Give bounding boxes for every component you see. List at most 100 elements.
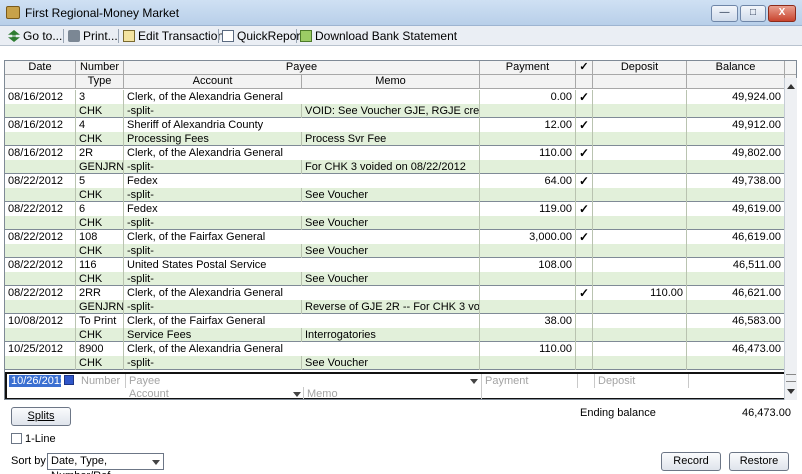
payment-cell[interactable]: 64.00 <box>480 174 576 188</box>
blank-cell[interactable] <box>5 216 76 230</box>
blank-cell[interactable] <box>593 328 687 342</box>
balance-cell[interactable]: 46,511.00 <box>687 258 785 272</box>
header-payee[interactable]: Payee <box>124 61 480 75</box>
account-cell[interactable]: -split- <box>124 244 302 258</box>
balance-cell[interactable]: 49,619.00 <box>687 202 785 216</box>
cleared-cell[interactable] <box>576 314 593 328</box>
cleared-cell[interactable] <box>576 342 593 356</box>
date-cell[interactable]: 08/22/2012 <box>5 174 76 188</box>
account-cell[interactable]: -split- <box>124 216 302 230</box>
scroll-up-icon[interactable] <box>787 84 795 89</box>
calendar-icon[interactable] <box>64 375 74 385</box>
type-cell[interactable]: CHK <box>76 132 124 146</box>
balance-cell[interactable]: 46,621.00 <box>687 286 785 300</box>
header-number[interactable]: Number <box>76 61 124 75</box>
type-cell[interactable]: CHK <box>76 272 124 286</box>
type-cell[interactable]: CHK <box>76 216 124 230</box>
transaction-row[interactable]: 08/22/2012 5 Fedex 64.00 ✓ 49,738.00 CHK -split… <box>5 174 796 202</box>
payee-cell[interactable]: Clerk, of the Alexandria General <box>124 286 480 300</box>
account-cell[interactable]: -split- <box>124 104 302 118</box>
account-cell[interactable]: -split- <box>124 188 302 202</box>
date-cell[interactable]: 08/22/2012 <box>5 286 76 300</box>
number-cell[interactable]: 116 <box>76 258 124 272</box>
date-cell[interactable]: 10/25/2012 <box>5 342 76 356</box>
number-cell[interactable]: 4 <box>76 118 124 132</box>
blank-cell[interactable] <box>576 188 593 202</box>
account-cell[interactable]: -split- <box>124 300 302 314</box>
deposit-cell[interactable] <box>593 314 687 328</box>
blank-cell[interactable] <box>576 328 593 342</box>
header-balance[interactable]: Balance <box>687 61 785 75</box>
memo-cell[interactable]: Interrogatories <box>302 328 480 342</box>
payee-cell[interactable]: Fedex <box>124 174 480 188</box>
memo-cell[interactable]: VOID: See Voucher GJE, RGJE created on 0… <box>302 104 480 118</box>
transaction-line-primary[interactable]: 08/22/2012 5 Fedex 64.00 ✓ 49,738.00 <box>5 174 796 188</box>
one-line-checkbox[interactable] <box>11 433 22 444</box>
memo-cell[interactable]: See Voucher <box>302 188 480 202</box>
blank-cell[interactable] <box>5 272 76 286</box>
blank-cell[interactable] <box>480 272 576 286</box>
date-cell[interactable]: 08/22/2012 <box>5 202 76 216</box>
checkmark-icon[interactable]: ✓ <box>576 118 593 132</box>
type-cell[interactable]: GENJRNL <box>76 160 124 174</box>
transaction-row[interactable]: 08/16/2012 4 Sheriff of Alexandria County 1… <box>5 118 796 146</box>
transaction-line-secondary[interactable]: CHK -split- See Voucher <box>5 356 796 370</box>
transaction-line-secondary[interactable]: GENJRNL-split-For CHK 3 voided on 08/22/… <box>5 160 796 174</box>
transaction-line-primary[interactable]: 08/22/2012 6 Fedex 119.00 ✓ 49,619.00 <box>5 202 796 216</box>
blank-cell[interactable] <box>576 160 593 174</box>
checkmark-icon[interactable]: ✓ <box>576 202 593 216</box>
transaction-line-primary[interactable]: 08/22/2012 2RR Clerk, of the Alexandria Ge… <box>5 286 796 300</box>
blank-cell[interactable] <box>593 104 687 118</box>
account-cell[interactable]: -split- <box>124 160 302 174</box>
transaction-row[interactable]: 08/22/2012 108 Clerk, of the Fairfax Gener… <box>5 230 796 258</box>
blank-cell[interactable] <box>5 356 76 370</box>
header-account[interactable]: Account <box>124 75 302 89</box>
memo-cell[interactable]: See Voucher <box>302 356 480 370</box>
balance-cell[interactable]: 49,912.00 <box>687 118 785 132</box>
date-field[interactable]: 10/26/2012 <box>9 375 66 387</box>
blank-cell[interactable] <box>687 104 785 118</box>
type-cell[interactable]: CHK <box>76 244 124 258</box>
blank-cell[interactable] <box>480 328 576 342</box>
blank-cell[interactable] <box>576 244 593 258</box>
balance-cell[interactable]: 49,802.00 <box>687 146 785 160</box>
chevron-down-icon[interactable] <box>468 376 478 386</box>
blank-cell[interactable] <box>5 160 76 174</box>
date-cell[interactable]: 08/22/2012 <box>5 230 76 244</box>
edit-transaction-button[interactable]: Edit Transaction <box>123 28 224 44</box>
balance-cell[interactable]: 46,473.00 <box>687 342 785 356</box>
number-cell[interactable]: 108 <box>76 230 124 244</box>
deposit-cell[interactable] <box>593 118 687 132</box>
memo-cell[interactable]: Process Svr Fee <box>302 132 480 146</box>
transaction-line-secondary[interactable]: CHK -split- See Voucher <box>5 272 796 286</box>
blank-cell[interactable] <box>480 300 576 314</box>
download-statement-button[interactable]: Download Bank Statement <box>300 28 457 44</box>
blank-cell[interactable] <box>576 104 593 118</box>
transaction-line-primary[interactable]: 08/22/2012 116 United States Postal Servic… <box>5 258 796 272</box>
blank-cell[interactable] <box>687 328 785 342</box>
payee-cell[interactable]: Clerk, of the Alexandria General <box>124 90 480 104</box>
number-cell[interactable]: 2RR <box>76 286 124 300</box>
memo-cell[interactable]: See Voucher <box>302 216 480 230</box>
checkmark-icon[interactable]: ✓ <box>576 90 593 104</box>
transaction-row[interactable]: 08/22/2012 2RR Clerk, of the Alexandria Ge… <box>5 286 796 314</box>
date-cell[interactable]: 10/08/2012 <box>5 314 76 328</box>
blank-cell[interactable] <box>5 104 76 118</box>
payment-cell[interactable]: 108.00 <box>480 258 576 272</box>
transaction-line-secondary[interactable]: CHK Service Fees Interrogatories <box>5 328 796 342</box>
transaction-line-primary[interactable]: 10/25/2012 8900 Clerk, of the Alexandria G… <box>5 342 796 356</box>
transaction-row[interactable]: 08/22/2012 6 Fedex 119.00 ✓ 49,619.00 CHK -spli… <box>5 202 796 230</box>
splits-button[interactable]: Splits <box>11 407 71 426</box>
scroll-grip-icon[interactable] <box>786 374 796 382</box>
type-cell[interactable]: CHK <box>76 356 124 370</box>
date-cell[interactable]: 08/16/2012 <box>5 118 76 132</box>
maximize-button[interactable]: □ <box>740 5 766 22</box>
payment-cell[interactable] <box>480 286 576 300</box>
blank-cell[interactable] <box>480 104 576 118</box>
payee-cell[interactable]: United States Postal Service <box>124 258 480 272</box>
transaction-row[interactable]: 10/25/2012 8900 Clerk, of the Alexandria G… <box>5 342 796 370</box>
blank-cell[interactable] <box>593 216 687 230</box>
blank-cell[interactable] <box>593 188 687 202</box>
payment-cell[interactable]: 110.00 <box>480 146 576 160</box>
blank-cell[interactable] <box>480 356 576 370</box>
